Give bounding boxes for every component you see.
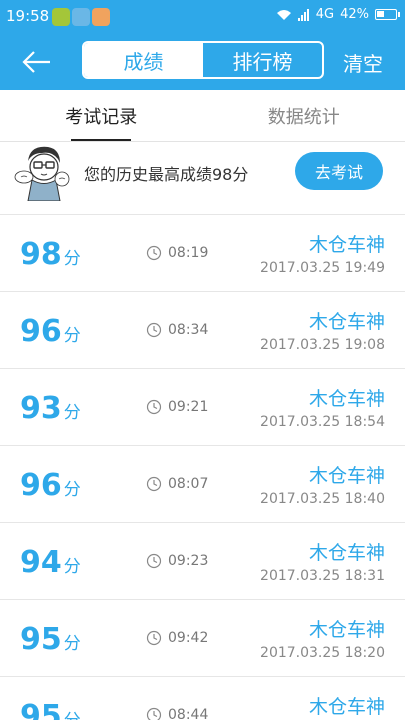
clock-icon: [146, 322, 162, 338]
clock-icon: [146, 245, 162, 261]
record-name: 木仓车神: [308, 619, 385, 641]
record-row[interactable]: 95 分 09:42 木仓车神 2017.03.25 18:20: [0, 600, 405, 677]
status-time: 19:58: [6, 7, 50, 25]
record-row[interactable]: 96 分 08:07 木仓车神 2017.03.25 18:40: [0, 446, 405, 523]
record-name: 木仓车神: [308, 388, 385, 410]
record-duration: 08:44: [168, 707, 209, 720]
record-score-value: 98: [20, 237, 62, 272]
record-row[interactable]: 96 分 08:34 木仓车神 2017.03.25 19:08: [0, 292, 405, 369]
clock-icon: [146, 707, 162, 720]
network-label: 4G: [315, 7, 335, 22]
clock-icon: [146, 476, 162, 492]
record-score: 95分: [20, 622, 81, 662]
record-score-unit: 分: [63, 557, 81, 577]
record-row[interactable]: 95分 08:44 木仓车神: [0, 677, 405, 720]
record-name: 木仓车神: [308, 542, 385, 564]
score-rank-switch: 成绩 排行榜: [82, 41, 324, 79]
record-duration: 08:19: [168, 245, 209, 261]
record-date: 2017.03.25 18:54: [260, 414, 385, 430]
record-name: 木仓车神: [308, 311, 385, 333]
clock-icon: [146, 553, 162, 569]
record-duration: 09:23: [168, 553, 209, 569]
clear-button[interactable]: 清空: [343, 48, 383, 77]
status-right: 4G 42%: [276, 7, 400, 22]
tab-score[interactable]: 成绩: [84, 43, 203, 77]
signal-icon: [297, 8, 309, 21]
record-score-value: 93: [20, 391, 62, 426]
record-score-unit: 分: [63, 403, 81, 423]
back-arrow-icon[interactable]: [20, 46, 56, 78]
tab-ranking[interactable]: 排行榜: [203, 43, 322, 77]
record-duration: 09:21: [168, 399, 209, 415]
record-score-value: 94: [20, 545, 62, 580]
avatar: [14, 143, 70, 201]
record-duration: 08:34: [168, 322, 209, 338]
record-score-unit: 分: [64, 711, 81, 720]
status-bar: 19:58 4G 42%: [0, 0, 405, 34]
record-score: 93 分: [20, 391, 81, 431]
record-score: 94 分: [20, 545, 81, 585]
battery-icon: [375, 9, 400, 20]
record-score-unit: 分: [63, 326, 81, 346]
clock-icon: [146, 630, 162, 646]
record-duration: 09:42: [168, 630, 209, 646]
tab-statistics-label: 数据统计: [267, 106, 340, 128]
battery-label: 42%: [340, 7, 369, 22]
tab-statistics[interactable]: 数据统计: [203, 90, 405, 141]
record-row[interactable]: 98 分 08:19 木仓车神 2017.03.25 19:49: [0, 215, 405, 292]
app-icon: [72, 8, 90, 26]
record-score: 96 分: [20, 314, 81, 354]
record-name: 木仓车神: [308, 234, 385, 256]
record-duration: 08:07: [168, 476, 209, 492]
record-score-value: 95: [20, 699, 62, 720]
record-score: 96 分: [20, 468, 81, 508]
record-list: 98 分 08:19 木仓车神 2017.03.25 19:49 96 分 08:3…: [0, 215, 405, 720]
record-tabs: 考试记录 数据统计: [0, 90, 405, 142]
app-header: 成绩 排行榜 清空: [0, 34, 405, 90]
record-date: 2017.03.25 19:08: [260, 337, 385, 353]
record-score: 98 分: [20, 237, 81, 277]
record-score-unit: 分: [63, 634, 81, 654]
record-score-value: 95: [20, 622, 62, 657]
record-row[interactable]: 93 分 09:21 木仓车神 2017.03.25 18:54: [0, 369, 405, 446]
record-score-unit: 分: [63, 249, 81, 269]
tab-underline: [71, 139, 132, 141]
record-name: 木仓车神: [308, 465, 385, 487]
best-score-banner: 您的历史最高成绩98分 去考试: [0, 143, 405, 215]
record-date: 2017.03.25 18:20: [260, 645, 385, 661]
clock-icon: [146, 399, 162, 415]
map-icon: [92, 8, 110, 26]
wechat-icon: [52, 8, 70, 26]
battery-fill: [377, 11, 384, 17]
take-exam-button[interactable]: 去考试: [295, 152, 383, 190]
record-date: 2017.03.25 19:49: [260, 260, 385, 276]
record-row[interactable]: 94 分 09:23 木仓车神 2017.03.25 18:31: [0, 523, 405, 600]
record-score-value: 96: [20, 468, 62, 503]
tab-exam-records[interactable]: 考试记录: [0, 90, 203, 141]
best-score-text: 您的历史最高成绩98分: [84, 165, 249, 184]
record-name: 木仓车神: [308, 696, 385, 718]
record-score-value: 96: [20, 314, 62, 349]
record-score-unit: 分: [63, 480, 81, 500]
tab-exam-records-label: 考试记录: [65, 106, 138, 128]
record-score: 95分: [20, 699, 81, 720]
wifi-icon: [276, 9, 291, 20]
record-date: 2017.03.25 18:40: [260, 491, 385, 507]
record-date: 2017.03.25 18:31: [260, 568, 385, 584]
